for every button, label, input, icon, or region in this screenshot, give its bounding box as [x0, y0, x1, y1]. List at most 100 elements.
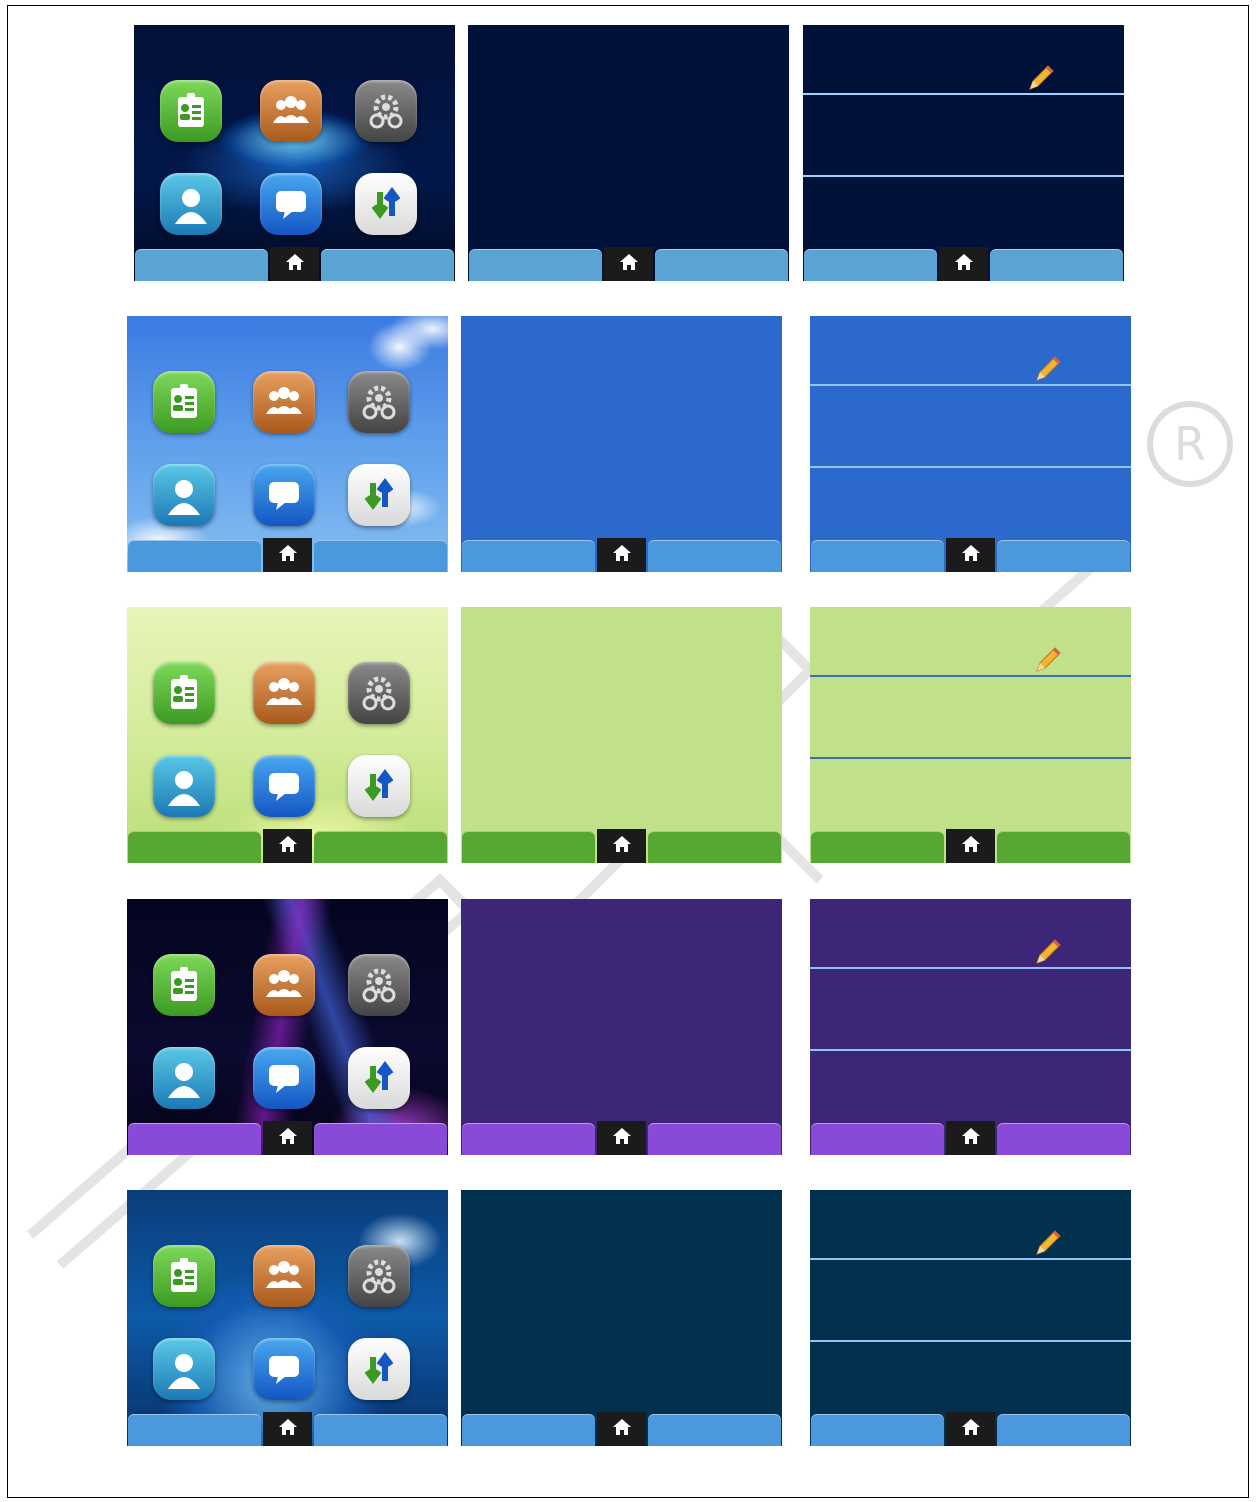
right-softkey[interactable]	[997, 540, 1130, 572]
pencil-icon[interactable]	[1033, 937, 1063, 967]
home-button[interactable]	[263, 1121, 312, 1155]
input-line-1[interactable]	[803, 93, 1124, 95]
home-icon	[960, 834, 982, 859]
group-contacts-icon[interactable]	[253, 662, 315, 724]
input-line-2[interactable]	[810, 1340, 1131, 1342]
message-icon[interactable]	[260, 173, 322, 235]
home-icon	[611, 834, 633, 859]
home-button[interactable]	[597, 1121, 646, 1155]
right-softkey[interactable]	[314, 831, 447, 863]
home-button[interactable]	[946, 1412, 995, 1446]
home-button[interactable]	[263, 1412, 312, 1446]
contacts-card-icon[interactable]	[160, 80, 222, 142]
bottom-bar	[461, 1412, 782, 1446]
input-line-2[interactable]	[803, 175, 1124, 177]
home-button[interactable]	[946, 829, 995, 863]
profile-icon[interactable]	[153, 755, 215, 817]
transfer-arrows-icon[interactable]	[348, 755, 410, 817]
left-softkey[interactable]	[462, 1414, 595, 1446]
settings-gear-icon[interactable]	[348, 662, 410, 724]
profile-icon[interactable]	[160, 173, 222, 235]
contacts-card-icon[interactable]	[153, 954, 215, 1016]
right-softkey[interactable]	[314, 540, 447, 572]
left-softkey[interactable]	[135, 249, 268, 281]
right-softkey[interactable]	[648, 831, 781, 863]
input-line-1[interactable]	[810, 675, 1131, 677]
edit-screen-navy	[810, 1190, 1131, 1446]
left-softkey[interactable]	[128, 540, 261, 572]
edit-screen-sky-blue	[810, 316, 1131, 572]
transfer-arrows-icon[interactable]	[348, 1047, 410, 1109]
blank-screen-sky-blue	[461, 316, 782, 572]
pencil-icon[interactable]	[1026, 63, 1056, 93]
left-softkey[interactable]	[128, 831, 261, 863]
left-softkey[interactable]	[811, 831, 944, 863]
transfer-arrows-icon[interactable]	[348, 464, 410, 526]
profile-icon[interactable]	[153, 1338, 215, 1400]
input-line-2[interactable]	[810, 757, 1131, 759]
contacts-card-icon[interactable]	[153, 1245, 215, 1307]
home-button[interactable]	[946, 538, 995, 572]
message-icon[interactable]	[253, 755, 315, 817]
blank-screen-navy	[461, 1190, 782, 1446]
left-softkey[interactable]	[804, 249, 937, 281]
right-softkey[interactable]	[648, 1123, 781, 1155]
pencil-icon[interactable]	[1033, 1228, 1063, 1258]
settings-gear-icon[interactable]	[348, 371, 410, 433]
home-button[interactable]	[604, 247, 653, 281]
home-button[interactable]	[597, 1412, 646, 1446]
left-softkey[interactable]	[128, 1414, 261, 1446]
message-icon[interactable]	[253, 464, 315, 526]
pencil-icon[interactable]	[1033, 645, 1063, 675]
group-contacts-icon[interactable]	[260, 80, 322, 142]
left-softkey[interactable]	[469, 249, 602, 281]
transfer-arrows-icon[interactable]	[348, 1338, 410, 1400]
home-button[interactable]	[946, 1121, 995, 1155]
group-contacts-icon[interactable]	[253, 954, 315, 1016]
right-softkey[interactable]	[648, 1414, 781, 1446]
group-contacts-icon[interactable]	[253, 371, 315, 433]
input-line-1[interactable]	[810, 384, 1131, 386]
right-softkey[interactable]	[997, 831, 1130, 863]
input-line-2[interactable]	[810, 466, 1131, 468]
app-grid	[127, 1190, 448, 1410]
pencil-icon[interactable]	[1033, 354, 1063, 384]
right-softkey[interactable]	[648, 540, 781, 572]
left-softkey[interactable]	[811, 1414, 944, 1446]
home-button[interactable]	[597, 829, 646, 863]
left-softkey[interactable]	[811, 1123, 944, 1155]
settings-gear-icon[interactable]	[348, 1245, 410, 1307]
right-softkey[interactable]	[997, 1123, 1130, 1155]
contacts-card-icon[interactable]	[153, 371, 215, 433]
settings-gear-icon[interactable]	[348, 954, 410, 1016]
input-line-1[interactable]	[810, 1258, 1131, 1260]
home-button[interactable]	[263, 538, 312, 572]
right-softkey[interactable]	[997, 1414, 1130, 1446]
left-softkey[interactable]	[811, 540, 944, 572]
edit-screen-dark-blue	[803, 25, 1124, 281]
settings-gear-icon[interactable]	[355, 80, 417, 142]
profile-icon[interactable]	[153, 1047, 215, 1109]
left-softkey[interactable]	[462, 831, 595, 863]
transfer-arrows-icon[interactable]	[355, 173, 417, 235]
group-contacts-icon[interactable]	[253, 1245, 315, 1307]
home-button[interactable]	[597, 538, 646, 572]
right-softkey[interactable]	[314, 1414, 447, 1446]
right-softkey[interactable]	[321, 249, 454, 281]
message-icon[interactable]	[253, 1338, 315, 1400]
bottom-bar	[468, 247, 789, 281]
left-softkey[interactable]	[462, 1123, 595, 1155]
message-icon[interactable]	[253, 1047, 315, 1109]
home-button[interactable]	[939, 247, 988, 281]
home-button[interactable]	[263, 829, 312, 863]
left-softkey[interactable]	[462, 540, 595, 572]
right-softkey[interactable]	[314, 1123, 447, 1155]
profile-icon[interactable]	[153, 464, 215, 526]
input-line-1[interactable]	[810, 967, 1131, 969]
input-line-2[interactable]	[810, 1049, 1131, 1051]
home-button[interactable]	[270, 247, 319, 281]
right-softkey[interactable]	[990, 249, 1123, 281]
right-softkey[interactable]	[655, 249, 788, 281]
contacts-card-icon[interactable]	[153, 662, 215, 724]
left-softkey[interactable]	[128, 1123, 261, 1155]
